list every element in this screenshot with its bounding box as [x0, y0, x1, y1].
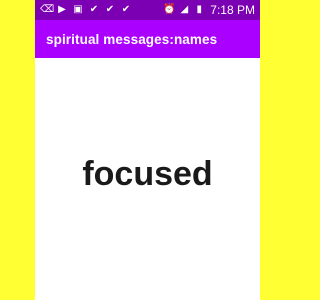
alarm-icon: ⏰: [163, 4, 176, 15]
app-screen: ⌫ ▶ ▣ ✔ ✔ ✔ ⏰ ◢ ▮ 7:18 PM spiritual mess…: [35, 0, 260, 300]
app-title: spiritual messages:names: [46, 31, 218, 47]
youtube-icon: ▶: [58, 4, 66, 15]
system-icons: ⏰ ◢ ▮ 7:18 PM: [163, 3, 260, 17]
signal-icon: ◢: [180, 4, 189, 15]
checkmark-icon: ✔: [121, 4, 131, 15]
content-area: focused: [35, 58, 260, 300]
status-bar: ⌫ ▶ ▣ ✔ ✔ ✔ ⏰ ◢ ▮ 7:18 PM: [35, 0, 260, 20]
checkmark-icon: ✔: [105, 4, 115, 15]
notification-icons: ⌫ ▶ ▣ ✔ ✔ ✔: [35, 4, 132, 16]
battery-icon: ▮: [196, 4, 203, 15]
keyboard-backspace-icon: ⌫: [40, 4, 55, 15]
message-word: focused: [82, 155, 213, 193]
status-time: 7:18 PM: [210, 3, 255, 17]
gallery-icon: ▣: [73, 4, 83, 15]
checkmark-icon: ✔: [89, 4, 99, 15]
app-bar: spiritual messages:names: [35, 20, 260, 58]
